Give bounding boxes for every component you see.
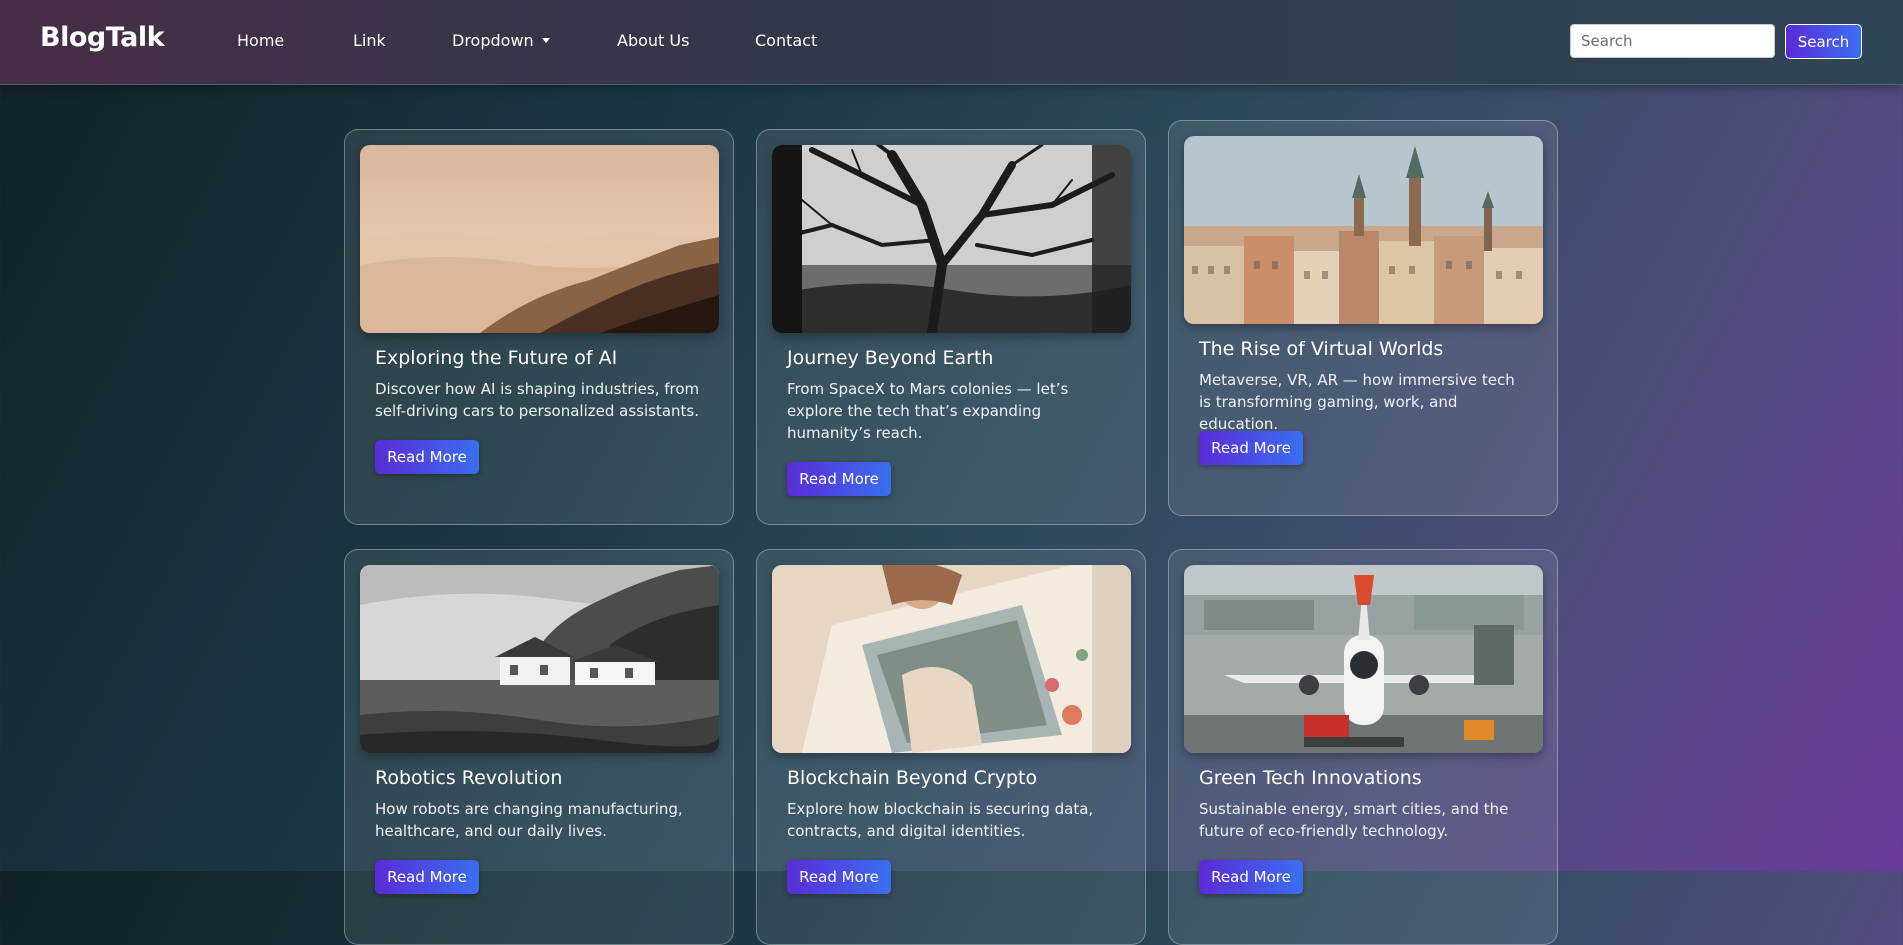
card-image-misty-hills [360, 145, 719, 333]
search-button[interactable]: Search [1785, 24, 1862, 59]
card-image-woman-in-window [772, 565, 1131, 753]
read-more-button[interactable]: Read More [787, 462, 891, 496]
nav-link-contact[interactable]: Contact [755, 31, 817, 50]
card-image-bare-trees [772, 145, 1131, 333]
blog-card: Journey Beyond Earth From SpaceX to Mars… [756, 129, 1146, 525]
card-title: Journey Beyond Earth [787, 347, 994, 369]
read-more-button[interactable]: Read More [375, 440, 479, 474]
card-text: Explore how blockchain is securing data,… [787, 800, 1094, 840]
read-more-button[interactable]: Read More [1199, 431, 1303, 465]
nav-link-about-us[interactable]: About Us [617, 31, 689, 50]
search-input[interactable] [1570, 24, 1775, 58]
blog-card: Green Tech Innovations Sustainable energ… [1168, 549, 1558, 945]
navbar: BlogTalk Home Link Dropdown About Us Con… [0, 0, 1903, 85]
nav-link-home[interactable]: Home [237, 31, 284, 50]
caret-down-icon [541, 38, 550, 43]
card-text: Metaverse, VR, AR — how immersive tech i… [1199, 371, 1515, 433]
read-more-button[interactable]: Read More [787, 860, 891, 894]
card-image-coastal-cottages [360, 565, 719, 753]
nav-dropdown-label: Dropdown [452, 31, 534, 50]
blog-card: Exploring the Future of AI Discover how … [344, 129, 734, 525]
read-more-button[interactable]: Read More [1199, 860, 1303, 894]
blog-card: The Rise of Virtual Worlds Metaverse, VR… [1168, 120, 1558, 516]
card-image-airport-plane [1184, 565, 1543, 753]
card-text: Discover how AI is shaping industries, f… [375, 380, 700, 420]
card-title: Blockchain Beyond Crypto [787, 767, 1038, 789]
blog-card: Robotics Revolution How robots are chang… [344, 549, 734, 945]
read-more-button[interactable]: Read More [375, 860, 479, 894]
card-text: From SpaceX to Mars colonies — let’s exp… [787, 380, 1069, 442]
card-title: The Rise of Virtual Worlds [1199, 338, 1444, 360]
blog-card: Blockchain Beyond Crypto Explore how blo… [756, 549, 1146, 945]
card-title: Robotics Revolution [375, 767, 563, 789]
card-title: Exploring the Future of AI [375, 347, 618, 369]
nav-dropdown-toggle[interactable]: Dropdown [452, 31, 550, 50]
card-text: How robots are changing manufacturing, h… [375, 800, 683, 840]
card-image-city-skyline [1184, 136, 1543, 324]
card-text: Sustainable energy, smart cities, and th… [1199, 800, 1509, 840]
brand-logo[interactable]: BlogTalk [40, 22, 165, 53]
nav-link-link[interactable]: Link [353, 31, 386, 50]
card-title: Green Tech Innovations [1199, 767, 1422, 789]
